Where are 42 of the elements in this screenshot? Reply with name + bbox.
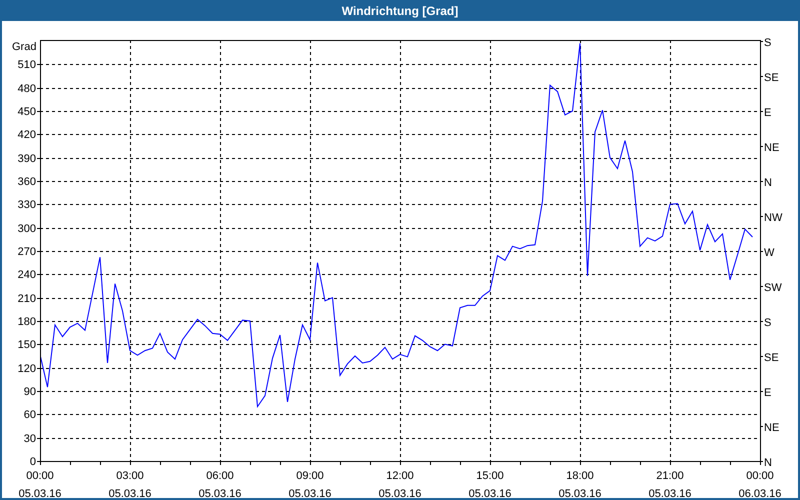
y-tick-label: 120 xyxy=(18,363,36,375)
direction-label: W xyxy=(764,247,774,259)
direction-label: E xyxy=(764,387,772,399)
direction-label: S xyxy=(764,317,772,329)
direction-label: NE xyxy=(764,422,780,434)
direction-label: SE xyxy=(764,72,779,84)
y-tick-label: 360 xyxy=(18,176,36,188)
direction-label: SW xyxy=(764,282,782,294)
y-tick-label: 480 xyxy=(18,83,36,95)
x-tick-label: 00:00 06.03.16 xyxy=(738,470,782,498)
y-tick-label: 420 xyxy=(18,129,36,141)
y-tick-label: 150 xyxy=(18,339,36,351)
direction-label: S xyxy=(764,37,772,49)
y-tick-label: 510 xyxy=(18,59,36,71)
x-tick-label: 03:00 05.03.16 xyxy=(108,470,152,498)
y-tick-label: 330 xyxy=(18,199,36,211)
direction-label: NW xyxy=(764,212,782,224)
direction-label: SE xyxy=(764,352,779,364)
x-tick-label: 18:00 05.03.16 xyxy=(558,470,602,498)
y-tick-label: 390 xyxy=(18,153,36,165)
x-tick-label: 12:00 05.03.16 xyxy=(378,470,422,498)
y-tick-label: 90 xyxy=(24,386,36,398)
direction-label: N xyxy=(764,177,772,189)
direction-label: NE xyxy=(764,142,780,154)
x-tick-label: 06:00 05.03.16 xyxy=(198,470,242,498)
y-tick-label: 300 xyxy=(18,223,36,235)
y-tick-label: 30 xyxy=(24,433,36,445)
x-tick-label: 09:00 05.03.16 xyxy=(288,470,332,498)
x-tick-label: 00:00 05.03.16 xyxy=(18,470,62,498)
direction-label: N xyxy=(764,457,772,469)
x-tick-label: 15:00 05.03.16 xyxy=(468,470,512,498)
window-title: Windrichtung [Grad] xyxy=(342,4,458,18)
y-tick-label: 210 xyxy=(18,293,36,305)
y-tick-label: 0 xyxy=(30,456,36,468)
y-tick-label: 180 xyxy=(18,316,36,328)
y-tick-label: 60 xyxy=(24,409,36,421)
direction-label: E xyxy=(764,107,772,119)
y-axis-title: Grad xyxy=(12,41,36,53)
x-tick-label: 21:00 05.03.16 xyxy=(648,470,692,498)
y-tick-label: 450 xyxy=(18,106,36,118)
y-tick-label: 270 xyxy=(18,246,36,258)
y-tick-label: 240 xyxy=(18,269,36,281)
